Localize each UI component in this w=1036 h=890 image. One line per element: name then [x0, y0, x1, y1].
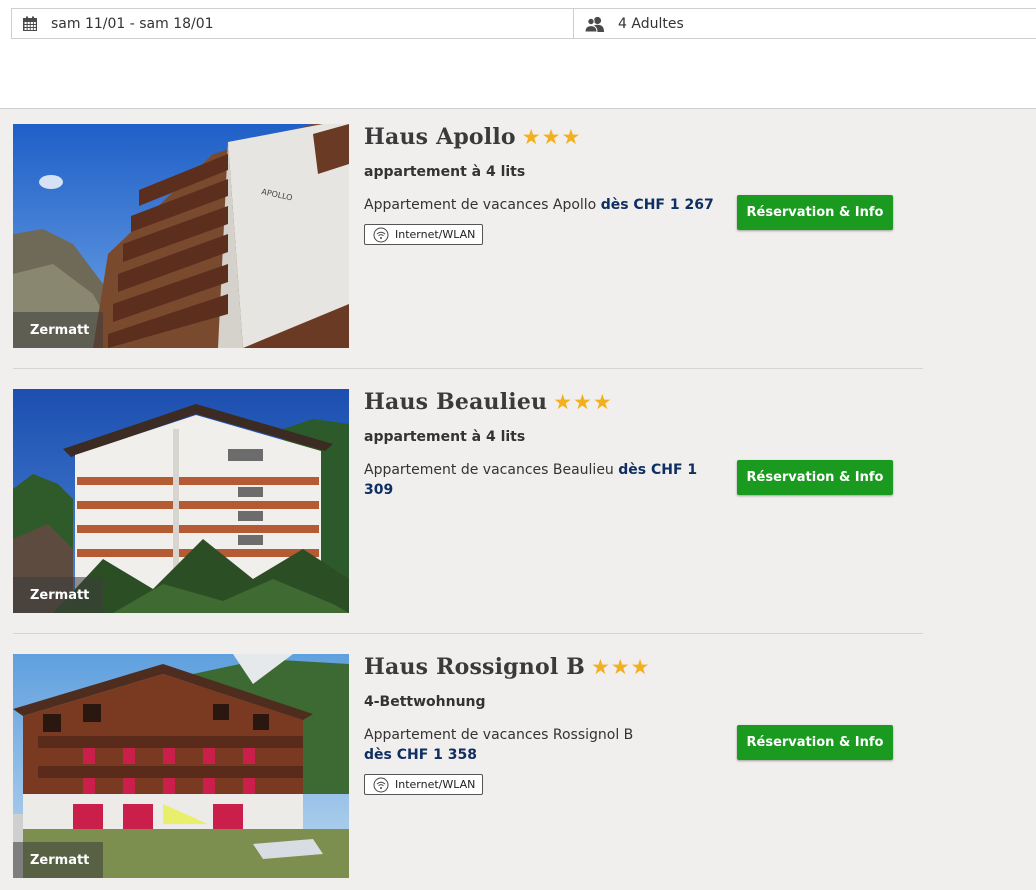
description-text: Appartement de vacances Apollo	[364, 197, 597, 213]
amenity-badge: Internet/WLAN	[364, 224, 484, 245]
listing-description: Appartement de vacances Apollo dès CHF 1…	[364, 195, 724, 215]
listing-title[interactable]: Haus Apollo	[364, 124, 516, 150]
listing-info: Haus Apollo ★★★ appartement à 4 lits App…	[364, 124, 724, 247]
listing-info: Haus Rossignol B ★★★ 4-Bettwohnung Appar…	[364, 654, 724, 797]
listing-title[interactable]: Haus Rossignol B	[364, 654, 585, 680]
search-bar: sam 11/01 - sam 18/01 4 Adultes	[11, 8, 1036, 39]
listing-description: Appartement de vacances Rossignol B dès …	[364, 725, 724, 765]
guests-field[interactable]: 4 Adultes	[574, 9, 1036, 38]
listing-photo[interactable]: Zermatt	[13, 654, 349, 878]
listing-info: Haus Beaulieu ★★★ appartement à 4 lits A…	[364, 389, 724, 500]
calendar-icon	[22, 16, 38, 32]
listing-photo[interactable]: Zermatt	[13, 389, 349, 613]
listing-photo[interactable]: APOLLO Zermatt	[13, 124, 349, 348]
reservation-button[interactable]: Réservation & Info	[737, 195, 893, 230]
description-text: Appartement de vacances Rossignol B	[364, 727, 634, 743]
star-rating: ★★★	[553, 390, 613, 414]
location-badge: Zermatt	[13, 842, 104, 878]
reservation-button[interactable]: Réservation & Info	[737, 460, 893, 495]
location-badge: Zermatt	[13, 577, 104, 613]
description-text: Appartement de vacances Beaulieu	[364, 462, 614, 478]
amenity-label: Internet/WLAN	[395, 778, 476, 791]
guests-text: 4 Adultes	[618, 15, 684, 32]
reservation-button[interactable]: Réservation & Info	[737, 725, 893, 760]
location-badge: Zermatt	[13, 312, 104, 348]
listing-card: APOLLO Zermatt Haus Apollo ★★★ apparteme…	[13, 124, 923, 348]
date-range-text: sam 11/01 - sam 18/01	[51, 15, 214, 32]
listing-subtitle: appartement à 4 lits	[364, 164, 526, 180]
amenity-label: Internet/WLAN	[395, 228, 476, 241]
listing-subtitle: appartement à 4 lits	[364, 429, 526, 445]
date-range-field[interactable]: sam 11/01 - sam 18/01	[12, 9, 574, 38]
people-icon	[584, 16, 606, 32]
wifi-icon	[373, 227, 389, 243]
search-header: sam 11/01 - sam 18/01 4 Adultes	[0, 0, 1036, 109]
star-rating: ★★★	[521, 125, 582, 149]
listing-description: Appartement de vacances Beaulieu dès CHF…	[364, 460, 724, 500]
listing-divider	[13, 633, 923, 634]
amenity-badge: Internet/WLAN	[364, 774, 484, 795]
listing-subtitle: 4-Bettwohnung	[364, 694, 486, 710]
listing-title[interactable]: Haus Beaulieu	[364, 389, 547, 415]
listing-card: Zermatt Haus Rossignol B ★★★ 4-Bettwohnu…	[13, 654, 923, 878]
wifi-icon	[373, 777, 389, 793]
listing-divider	[13, 368, 923, 369]
listing-price: dès CHF 1 358	[364, 747, 477, 763]
listing-price: dès CHF 1 267	[600, 197, 714, 213]
listing-card: Zermatt Haus Beaulieu ★★★ appartement à …	[13, 389, 923, 613]
star-rating: ★★★	[591, 655, 651, 679]
